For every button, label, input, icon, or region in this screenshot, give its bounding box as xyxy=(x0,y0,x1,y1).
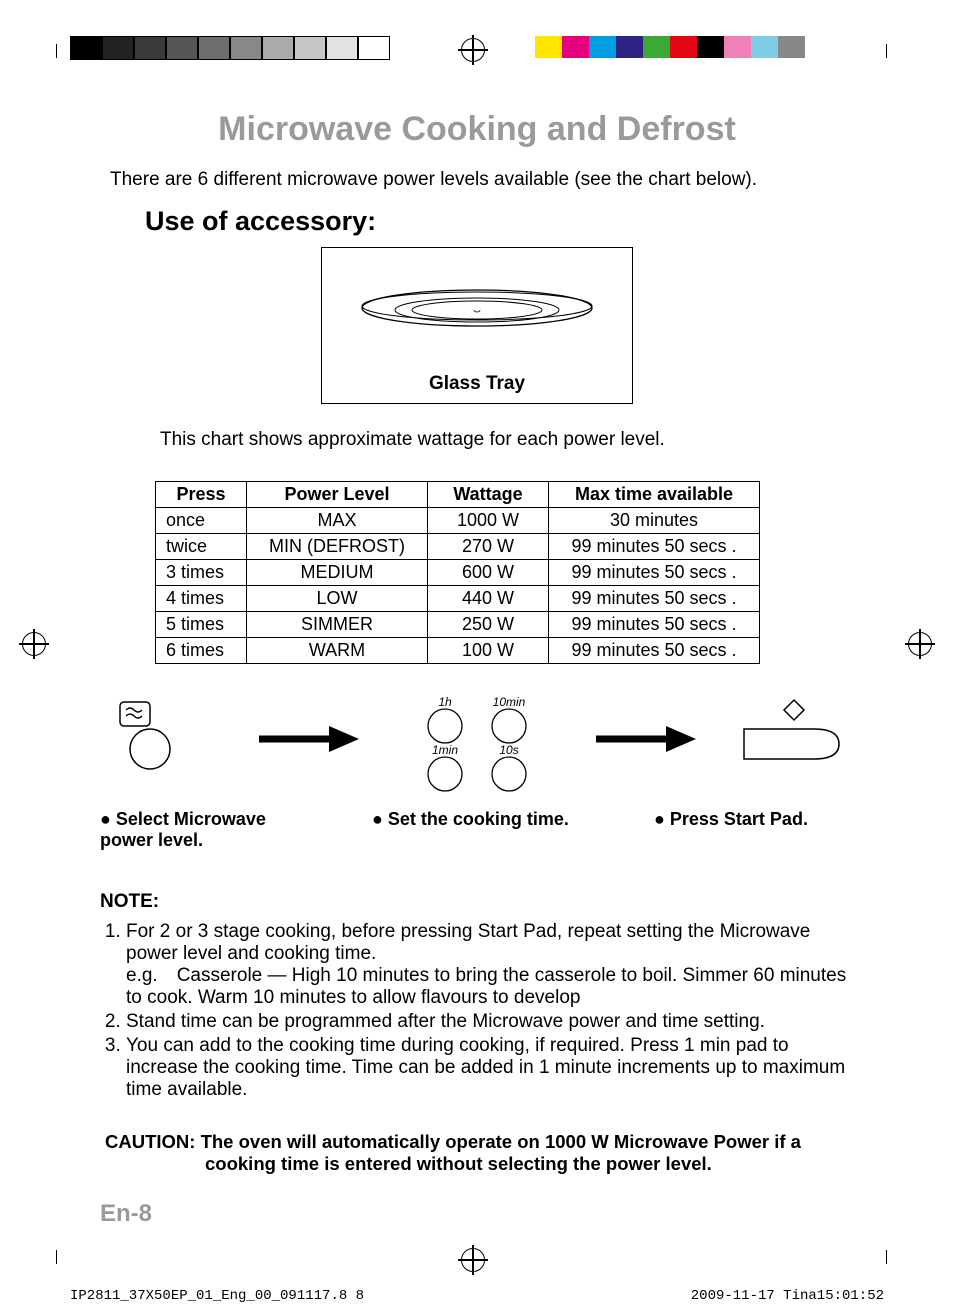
table-row: onceMAX1000 W30 minutes xyxy=(156,508,760,534)
start-pad-icon xyxy=(734,694,854,784)
table-cell: once xyxy=(156,508,247,534)
table-header: Max time available xyxy=(549,482,760,508)
table-cell: MAX xyxy=(247,508,428,534)
table-cell: 99 minutes 50 secs . xyxy=(549,586,760,612)
page-content: Microwave Cooking and Defrost There are … xyxy=(0,70,954,1248)
note-item: For 2 or 3 stage cooking, before pressin… xyxy=(126,921,854,1009)
steps-diagram: 1h 10min 1min 10s xyxy=(100,694,854,794)
glass-tray-label: Glass Tray xyxy=(322,373,632,395)
table-cell: 5 times xyxy=(156,612,247,638)
svg-text:1min: 1min xyxy=(432,743,458,757)
chart-intro: This chart shows approximate wattage for… xyxy=(160,429,854,451)
table-row: 3 timesMEDIUM600 W99 minutes 50 secs . xyxy=(156,560,760,586)
time-dials-icon: 1h 10min 1min 10s xyxy=(397,694,557,794)
table-cell: 100 W xyxy=(428,638,549,664)
step-label-2: ● Set the cooking time. xyxy=(372,809,602,851)
table-header: Power Level xyxy=(247,482,428,508)
glass-tray-figure: Glass Tray xyxy=(321,247,633,404)
step-labels: ● Select Microwave power level. ● Set th… xyxy=(100,809,854,851)
table-cell: 1000 W xyxy=(428,508,549,534)
note-heading: NOTE: xyxy=(100,891,854,913)
table-header: Press xyxy=(156,482,247,508)
svg-text:1h: 1h xyxy=(438,695,452,709)
table-cell: 6 times xyxy=(156,638,247,664)
table-cell: 99 minutes 50 secs . xyxy=(549,638,760,664)
arrow-right-icon xyxy=(591,694,701,784)
registration-mark-icon xyxy=(461,38,485,62)
svg-text:10s: 10s xyxy=(499,743,518,757)
step-label-3: ● Press Start Pad. xyxy=(654,809,854,851)
table-cell: 99 minutes 50 secs . xyxy=(549,534,760,560)
registration-mark-icon xyxy=(908,632,932,656)
arrow-right-icon xyxy=(254,694,364,784)
svg-text:10min: 10min xyxy=(493,695,526,709)
table-cell: 440 W xyxy=(428,586,549,612)
table-row: 6 timesWARM100 W99 minutes 50 secs . xyxy=(156,638,760,664)
table-row: 5 timesSIMMER250 W99 minutes 50 secs . xyxy=(156,612,760,638)
notes-list: For 2 or 3 stage cooking, before pressin… xyxy=(100,921,854,1101)
printer-marks-top xyxy=(0,20,954,70)
table-cell: SIMMER xyxy=(247,612,428,638)
registration-mark-icon xyxy=(22,632,46,656)
table-cell: MIN (DEFROST) xyxy=(247,534,428,560)
footer-right: 2009-11-17 Tina15:01:52 xyxy=(691,1288,884,1304)
table-cell: WARM xyxy=(247,638,428,664)
table-cell: 99 minutes 50 secs . xyxy=(549,612,760,638)
micro-button-icon xyxy=(100,694,220,784)
intro-text: There are 6 different microwave power le… xyxy=(110,169,854,191)
color-swatches xyxy=(535,36,805,58)
grayscale-swatches xyxy=(70,36,390,60)
power-level-table: Press Power Level Wattage Max time avail… xyxy=(155,481,760,664)
table-cell: 99 minutes 50 secs . xyxy=(549,560,760,586)
table-cell: 4 times xyxy=(156,586,247,612)
glass-tray-icon xyxy=(357,273,597,343)
page-number: En-8 xyxy=(100,1200,854,1228)
table-cell: 3 times xyxy=(156,560,247,586)
note-item: You can add to the cooking time during c… xyxy=(126,1035,854,1101)
table-cell: 270 W xyxy=(428,534,549,560)
table-cell: 30 minutes xyxy=(549,508,760,534)
table-cell: 600 W xyxy=(428,560,549,586)
table-header: Wattage xyxy=(428,482,549,508)
table-cell: LOW xyxy=(247,586,428,612)
registration-mark-icon xyxy=(461,1248,485,1272)
table-cell: MEDIUM xyxy=(247,560,428,586)
page-title: Microwave Cooking and Defrost xyxy=(100,110,854,149)
table-cell: 250 W xyxy=(428,612,549,638)
table-cell: twice xyxy=(156,534,247,560)
table-row: twiceMIN (DEFROST)270 W99 minutes 50 sec… xyxy=(156,534,760,560)
subheading: Use of accessory: xyxy=(145,206,854,237)
table-row: 4 timesLOW440 W99 minutes 50 secs . xyxy=(156,586,760,612)
footer-left: IP2811_37X50EP_01_Eng_00_091117.8 8 xyxy=(70,1288,364,1304)
caution-text: CAUTION: The oven will automatically ope… xyxy=(100,1131,854,1175)
step-label-1: ● Select Microwave power level. xyxy=(100,809,320,851)
note-item: Stand time can be programmed after the M… xyxy=(126,1011,854,1033)
